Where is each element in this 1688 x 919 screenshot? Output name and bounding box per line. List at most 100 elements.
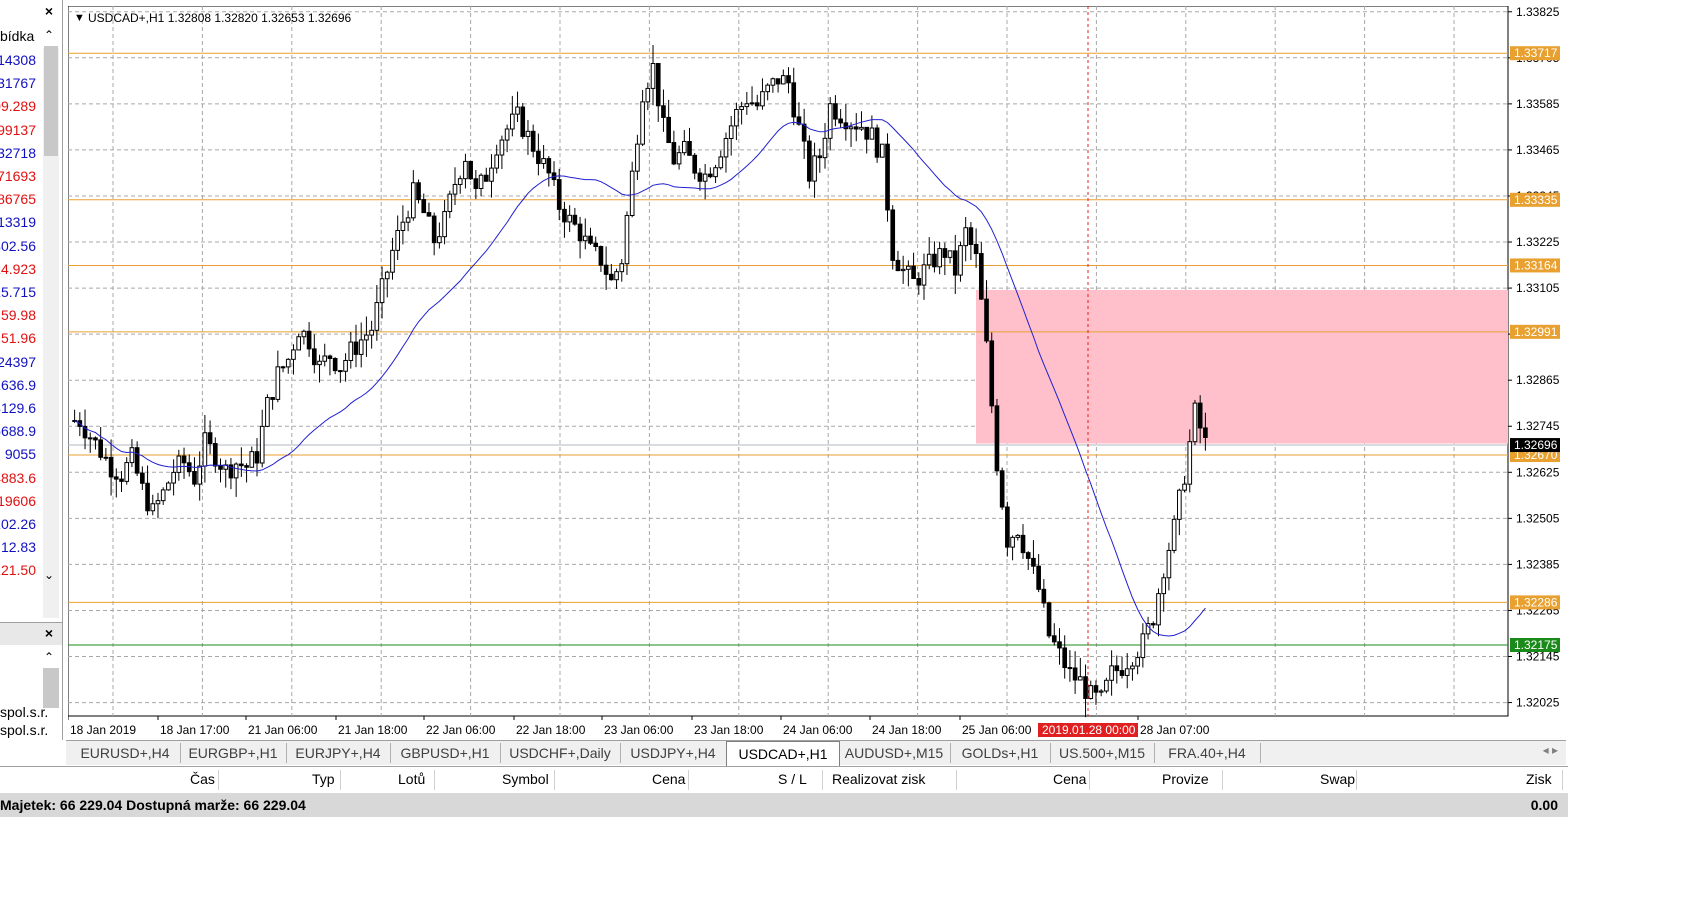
market-watch-quote[interactable]: 12.83	[1, 537, 36, 557]
market-watch-scroll-down-icon[interactable]: ⌄	[40, 566, 58, 584]
market-watch-scroll-thumb[interactable]	[44, 46, 58, 156]
candle-body	[306, 330, 312, 350]
candle-body	[1015, 534, 1021, 538]
chart-tab[interactable]: AUDUSD+,M15	[838, 743, 951, 763]
candle-body	[713, 167, 718, 178]
market-watch-quote[interactable]: 4883.6	[0, 468, 36, 488]
candle-body	[1124, 668, 1130, 676]
candle-body	[369, 329, 374, 336]
candle-body	[447, 193, 453, 213]
candle-body	[358, 339, 364, 355]
price-tick-label: 1.32025	[1516, 696, 1560, 710]
candle-body	[499, 139, 505, 156]
chart-tab[interactable]: USDCHF+,Daily	[500, 743, 621, 763]
market-watch-quote[interactable]: 31767	[0, 73, 36, 93]
tabs-scroll-arrows[interactable]: ◂ ▸	[1543, 743, 1558, 757]
candle-body	[718, 156, 724, 169]
candle-body	[374, 302, 380, 331]
market-watch-quote[interactable]: 32718	[0, 143, 36, 163]
market-watch-quote[interactable]: 14308	[0, 50, 36, 70]
market-watch-quote[interactable]: 19606	[0, 491, 36, 511]
navigator-scroll-up-icon[interactable]: ⌃	[40, 648, 58, 666]
market-watch-quote[interactable]: 5688.9	[0, 421, 36, 441]
candle-body	[1119, 670, 1125, 676]
navigator-item[interactable]: spol.s.r.	[0, 704, 48, 720]
candle-body	[1067, 667, 1073, 670]
terminal-column-header[interactable]: Realizovat zisk	[832, 771, 925, 787]
market-watch-quote[interactable]: 09.289	[0, 96, 36, 116]
candle-body	[843, 122, 849, 130]
terminal-column-header[interactable]: Cena	[1053, 771, 1086, 787]
market-watch-quote[interactable]: 86765	[0, 189, 36, 209]
terminal-column-header[interactable]: Čas	[190, 771, 215, 787]
chart-tab[interactable]: GOLDs+,H1	[950, 743, 1051, 763]
market-watch-quote[interactable]: 15.715	[0, 282, 36, 302]
chart-tab[interactable]: GBPUSD+,H1	[390, 743, 501, 763]
market-watch-scroll-up-icon[interactable]: ⌃	[40, 26, 58, 44]
candle-body	[963, 227, 969, 247]
chart-tab[interactable]: USDJPY+,H4	[620, 743, 727, 763]
candle-body	[416, 182, 421, 201]
candle-body	[1177, 489, 1182, 520]
terminal-column-header[interactable]: Cena	[652, 771, 685, 787]
market-watch-quote[interactable]: 59.98	[1, 305, 36, 325]
chart-tab[interactable]: EURJPY+,H4	[286, 743, 391, 763]
chart-tab[interactable]: EURGBP+,H1	[180, 743, 287, 763]
candle-body	[947, 250, 953, 258]
candle-body	[754, 102, 760, 107]
candle-body	[1088, 685, 1094, 699]
market-watch-quote[interactable]: 71693	[0, 166, 36, 186]
candle-body	[119, 478, 124, 482]
candle-body	[437, 236, 442, 244]
candle-body	[510, 113, 515, 130]
candle-body	[520, 106, 526, 137]
market-watch-quote[interactable]: 51.96	[1, 328, 36, 348]
terminal-column-header[interactable]: Lotů	[398, 771, 425, 787]
market-watch-quote[interactable]: 102.26	[0, 514, 36, 534]
candle-body	[452, 183, 458, 195]
market-watch-quote[interactable]: 99137	[0, 120, 36, 140]
chart-tab[interactable]: EURUSD+,H4	[70, 743, 181, 763]
chart-window[interactable]: 1.338251.337051.335851.334651.333451.332…	[68, 6, 1568, 746]
market-watch-quote[interactable]: 2636.9	[0, 375, 36, 395]
market-watch-quote[interactable]: 9055	[5, 444, 36, 464]
column-separator	[822, 770, 823, 790]
candle-body	[327, 355, 333, 359]
candle-body	[650, 62, 656, 89]
navigator-close-icon[interactable]: ×	[40, 624, 58, 642]
terminal-column-header[interactable]: S / L	[778, 771, 807, 787]
candle-body	[827, 103, 833, 139]
candle-body	[1182, 483, 1187, 491]
candle-body	[1156, 593, 1161, 626]
navigator-item[interactable]: spol.s.r.	[0, 722, 48, 738]
chart-tab[interactable]: USDCAD+,H1	[726, 741, 840, 766]
price-tick-label: 1.33825	[1516, 6, 1560, 19]
market-watch-quote[interactable]: 302.56	[0, 236, 36, 256]
terminal-column-header[interactable]: Zisk	[1526, 771, 1552, 787]
chart-menu-triangle-icon[interactable]: ▼	[74, 12, 85, 24]
terminal-column-header[interactable]: Typ	[312, 771, 335, 787]
market-watch-quote[interactable]: 121.50	[0, 560, 36, 580]
candle-body	[239, 463, 244, 467]
candle-body	[212, 443, 218, 467]
candle-body	[702, 173, 708, 182]
chart-tab[interactable]: FRA.40+,H4	[1154, 743, 1261, 763]
supply-zone-rect[interactable]	[976, 290, 1508, 444]
candle-body	[1192, 402, 1198, 443]
price-chart[interactable]: 1.338251.337051.335851.334651.333451.332…	[68, 6, 1568, 740]
navigator-scrollbar[interactable]	[43, 668, 59, 708]
market-watch-quote[interactable]: 13319	[0, 212, 36, 232]
market-watch-quote[interactable]: 24397	[0, 352, 36, 372]
market-watch-close-icon[interactable]: ×	[40, 2, 58, 20]
terminal-column-header[interactable]: Provize	[1162, 771, 1209, 787]
candle-body	[942, 248, 948, 258]
candle-body	[984, 298, 989, 342]
terminal-column-header[interactable]: Swap	[1320, 771, 1355, 787]
candle-body	[864, 126, 870, 140]
candle-body	[1046, 602, 1052, 637]
market-watch-quote[interactable]: 24.923	[0, 259, 36, 279]
chart-tab[interactable]: US.500+,M15	[1050, 743, 1155, 763]
market-watch-quote[interactable]: 3129.6	[0, 398, 36, 418]
terminal-column-header[interactable]: Symbol	[502, 771, 549, 787]
candle-body	[113, 476, 119, 480]
